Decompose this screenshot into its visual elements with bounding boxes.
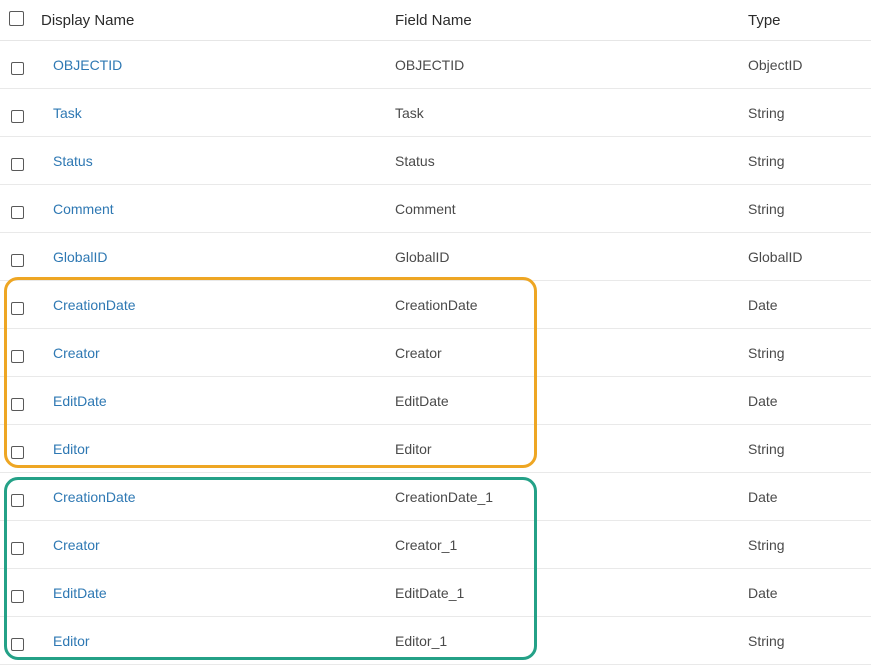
header-field-name[interactable]: Field Name [395, 0, 472, 40]
field-name: CreationDate [395, 296, 478, 313]
display-name-link[interactable]: CreationDate [53, 281, 136, 328]
field-name: Task [395, 104, 424, 121]
header-display-name[interactable]: Display Name [41, 0, 134, 40]
table-row: Status Status String [0, 137, 871, 185]
row-check-cell [11, 41, 31, 88]
field-type: String [748, 440, 785, 457]
field-type: Date [748, 488, 778, 505]
field-type: String [748, 344, 785, 361]
field-type: String [748, 200, 785, 217]
table-row: CreationDate CreationDate Date [0, 281, 871, 329]
row-check-cell [11, 425, 31, 472]
display-name-link[interactable]: Creator [53, 521, 100, 568]
row-checkbox[interactable] [11, 541, 24, 555]
field-type: Date [748, 392, 778, 409]
row-checkbox[interactable] [11, 349, 24, 363]
display-name-link[interactable]: Comment [53, 185, 114, 232]
display-name-link[interactable]: Creator [53, 329, 100, 376]
table-row: OBJECTID OBJECTID ObjectID [0, 41, 871, 89]
row-check-cell [11, 281, 31, 328]
field-type: ObjectID [748, 56, 803, 73]
field-type: String [748, 536, 785, 553]
display-name-link[interactable]: Task [53, 89, 82, 136]
field-name: EditDate_1 [395, 584, 465, 601]
header-type[interactable]: Type [748, 0, 781, 40]
field-type: Date [748, 584, 778, 601]
table-row: EditDate EditDate_1 Date [0, 569, 871, 617]
field-name: Creator_1 [395, 536, 458, 553]
row-checkbox[interactable] [11, 301, 24, 315]
row-checkbox[interactable] [11, 493, 24, 507]
field-name: Editor [395, 440, 432, 457]
table-row: Editor Editor_1 String [0, 617, 871, 665]
row-check-cell [11, 617, 31, 664]
fields-table: Display Name Field Name Type OBJECTID OB… [0, 0, 871, 665]
field-name: OBJECTID [395, 56, 465, 73]
field-name: EditDate [395, 392, 449, 409]
display-name-link[interactable]: GlobalID [53, 233, 107, 280]
row-checkbox[interactable] [11, 61, 24, 75]
select-all-checkbox[interactable] [9, 10, 24, 26]
display-name-link[interactable]: Editor [53, 617, 90, 664]
display-name-link[interactable]: OBJECTID [53, 41, 122, 88]
table-row: Comment Comment String [0, 185, 871, 233]
row-check-cell [11, 137, 31, 184]
row-checkbox[interactable] [11, 109, 24, 123]
field-type: String [748, 632, 785, 649]
field-type: GlobalID [748, 248, 803, 265]
select-all-cell [9, 0, 29, 40]
row-checkbox[interactable] [11, 445, 24, 459]
field-name: Editor_1 [395, 632, 448, 649]
row-check-cell [11, 521, 31, 568]
field-name: Creator [395, 344, 442, 361]
row-checkbox[interactable] [11, 637, 24, 651]
field-type: String [748, 152, 785, 169]
display-name-link[interactable]: EditDate [53, 377, 107, 424]
row-check-cell [11, 377, 31, 424]
table-row: Task Task String [0, 89, 871, 137]
row-checkbox[interactable] [11, 589, 24, 603]
table-row: Creator Creator_1 String [0, 521, 871, 569]
table-row: Editor Editor String [0, 425, 871, 473]
row-check-cell [11, 185, 31, 232]
field-name: CreationDate_1 [395, 488, 494, 505]
field-name: Comment [395, 200, 456, 217]
row-checkbox[interactable] [11, 157, 24, 171]
table-row: EditDate EditDate Date [0, 377, 871, 425]
table-row: GlobalID GlobalID GlobalID [0, 233, 871, 281]
display-name-link[interactable]: Status [53, 137, 93, 184]
display-name-link[interactable]: CreationDate [53, 473, 136, 520]
row-checkbox[interactable] [11, 397, 24, 411]
table-header: Display Name Field Name Type [0, 0, 871, 41]
field-name: GlobalID [395, 248, 450, 265]
display-name-link[interactable]: EditDate [53, 569, 107, 616]
field-type: Date [748, 296, 778, 313]
display-name-link[interactable]: Editor [53, 425, 90, 472]
row-check-cell [11, 473, 31, 520]
row-checkbox[interactable] [11, 253, 24, 267]
row-checkbox[interactable] [11, 205, 24, 219]
table-row: Creator Creator String [0, 329, 871, 377]
row-check-cell [11, 329, 31, 376]
row-check-cell [11, 569, 31, 616]
field-name: Status [395, 152, 435, 169]
row-check-cell [11, 89, 31, 136]
field-type: String [748, 104, 785, 121]
row-check-cell [11, 233, 31, 280]
table-row: CreationDate CreationDate_1 Date [0, 473, 871, 521]
